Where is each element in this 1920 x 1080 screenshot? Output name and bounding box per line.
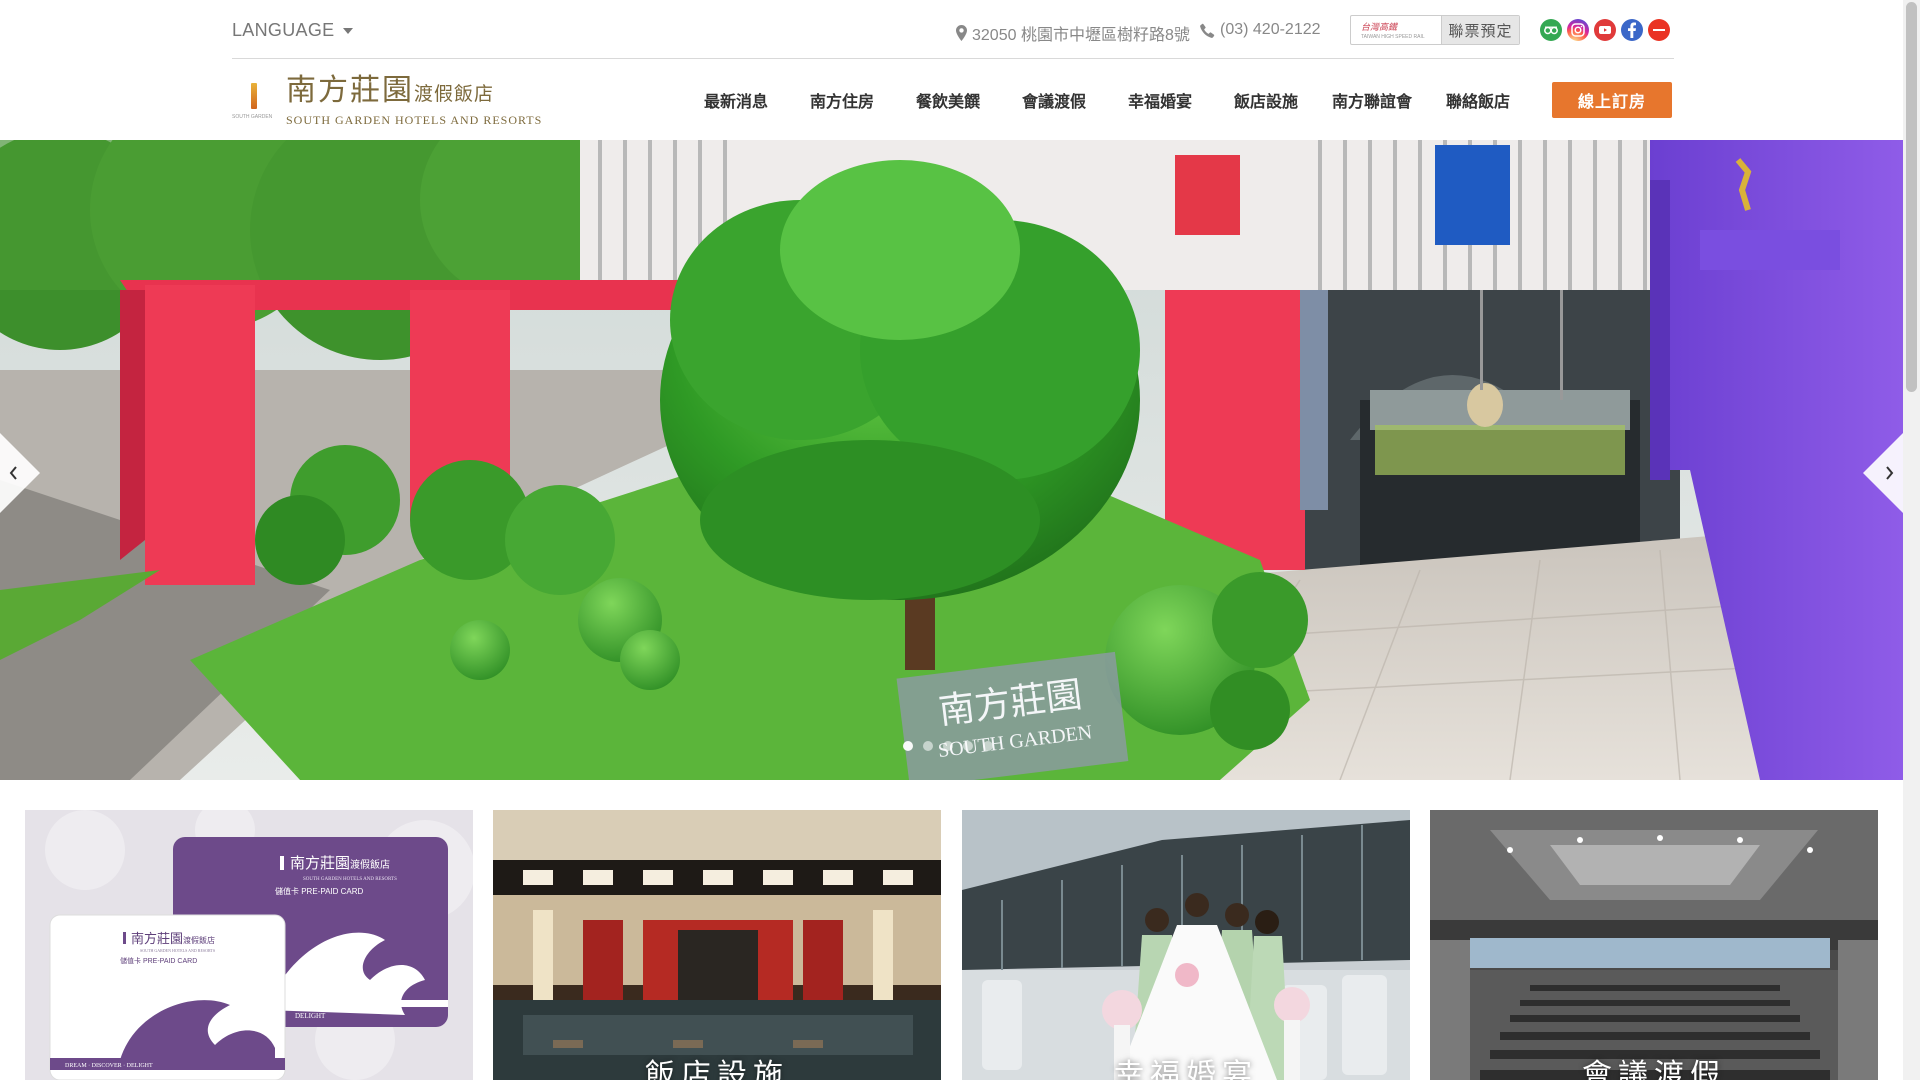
slider-dots (903, 741, 993, 751)
slider-dot-3[interactable] (943, 741, 953, 751)
card-front-en: SOUTH GARDEN HOTELS AND RESORTS (140, 948, 215, 953)
thsr-logo-text: 台灣高鐵 (1361, 23, 1398, 33)
language-dropdown[interactable]: LANGUAGE (232, 20, 354, 41)
card-front-subtitle: 儲值卡 PRE-PAID CARD (120, 956, 197, 965)
meeting-image (1430, 810, 1878, 1080)
nav-item-meetings[interactable]: 會議渡假 (1001, 88, 1107, 112)
youtube-icon[interactable] (1594, 19, 1616, 41)
thsr-logo: 台灣高鐵 TAIWAN HIGH SPEED RAIL (1351, 16, 1441, 44)
prepaid-card-image: 南方莊園渡假飯店 SOUTH GARDEN HOTELS AND RESORTS… (25, 810, 473, 1080)
caret-down-icon (343, 27, 354, 34)
weibo-icon[interactable] (1648, 19, 1670, 41)
address-text: 32050 桃園市中壢區樹籽路8號 (972, 27, 1190, 44)
tile-facilities[interactable]: 飯店設施 (493, 810, 941, 1080)
book-online-button[interactable]: 線上訂房 (1552, 82, 1672, 118)
tile-facilities-caption: 飯店設施 (645, 1059, 789, 1080)
phone-icon (1200, 23, 1215, 38)
tile-wedding[interactable]: 幸福婚宴 (962, 810, 1410, 1080)
top-utility-bar: LANGUAGE 32050 桃園市中壢區樹籽路8號 (03) 420-2122… (232, 0, 1674, 59)
card-front-brand: 南方莊園 (131, 931, 183, 947)
instagram-icon[interactable] (1567, 19, 1589, 41)
phone-text: (03) 420-2122 (1220, 21, 1321, 38)
nav-item-news[interactable]: 最新消息 (683, 88, 789, 112)
nav-item-club[interactable]: 南方聯誼會 (1319, 88, 1425, 112)
nav-item-contact[interactable]: 聯絡飯店 (1425, 88, 1531, 112)
thsr-combo-ticket-button[interactable]: 台灣高鐵 TAIWAN HIGH SPEED RAIL 聯票預定 (1350, 15, 1520, 45)
previous-slide-button[interactable] (0, 433, 40, 513)
nav-item-facilities[interactable]: 飯店設施 (1213, 88, 1319, 112)
brand-logo-link[interactable]: SOUTH GARDEN 南方莊園渡假飯店 SOUTH GARDEN HOTEL… (232, 75, 542, 128)
card-back-subtitle: 儲值卡 PRE-PAID CARD (275, 886, 364, 896)
nav-item-weddings[interactable]: 幸福婚宴 (1107, 88, 1213, 112)
hero-slider[interactable]: 南方莊園 SOUTH GARDEN (0, 140, 1903, 780)
next-slide-button[interactable] (1863, 433, 1903, 513)
slider-dot-4[interactable] (963, 741, 973, 751)
main-navbar: SOUTH GARDEN 南方莊園渡假飯店 SOUTH GARDEN HOTEL… (232, 60, 1674, 140)
brand-text: 南方莊園渡假飯店 SOUTH GARDEN HOTELS AND RESORTS (286, 75, 542, 128)
brand-mark-caption: SOUTH GARDEN (232, 113, 273, 120)
brand-name-cn: 南方莊園 (286, 73, 414, 108)
brand-mark-icon: SOUTH GARDEN (232, 77, 278, 127)
card-back-tagline: DELIGHT (295, 1012, 326, 1020)
thsr-button-label: 聯票預定 (1441, 16, 1519, 44)
tile-meeting-caption: 會議渡假 (1582, 1059, 1726, 1080)
feature-tiles: 南方莊園渡假飯店 SOUTH GARDEN HOTELS AND RESORTS… (25, 810, 1880, 1080)
tripadvisor-icon[interactable] (1540, 19, 1562, 41)
nav-item-dining[interactable]: 餐飲美饌 (895, 88, 1001, 112)
page-scrollbar[interactable] (1903, 0, 1920, 1080)
slider-dot-1[interactable] (903, 741, 913, 751)
thsr-logo-en: TAIWAN HIGH SPEED RAIL (1361, 34, 1425, 40)
nav-item-rooms[interactable]: 南方住房 (789, 88, 895, 112)
brand-name-en: SOUTH GARDEN HOTELS AND RESORTS (286, 113, 543, 127)
slider-dot-5[interactable] (983, 741, 993, 751)
card-front-tagline: DREAM · DISCOVER · DELIGHT (65, 1063, 153, 1069)
tile-meeting[interactable]: 會議渡假 (1430, 810, 1878, 1080)
tile-prepaid-card[interactable]: 南方莊園渡假飯店 SOUTH GARDEN HOTELS AND RESORTS… (25, 810, 473, 1080)
card-back-brand-suffix: 渡假飯店 (350, 858, 390, 871)
card-back-en: SOUTH GARDEN HOTELS AND RESORTS (303, 877, 397, 882)
brand-name-cn-suffix: 渡假飯店 (414, 83, 495, 105)
map-pin-icon (956, 25, 967, 41)
phone[interactable]: (03) 420-2122 (1200, 21, 1321, 39)
address: 32050 桃園市中壢區樹籽路8號 (956, 21, 1190, 45)
language-label: LANGUAGE (232, 20, 335, 40)
card-back-brand: 南方莊園 (290, 854, 350, 872)
slider-dot-2[interactable] (923, 741, 933, 751)
hero-image: 南方莊園 SOUTH GARDEN (0, 140, 1903, 780)
main-menu: 最新消息 南方住房 餐飲美饌 會議渡假 幸福婚宴 飯店設施 南方聯誼會 聯絡飯店 (683, 88, 1531, 112)
scrollbar-thumb[interactable] (1906, 2, 1917, 392)
card-front-brand-suffix: 渡假飯店 (183, 935, 215, 945)
facebook-icon[interactable] (1621, 19, 1643, 41)
facilities-image (493, 810, 941, 1080)
wedding-image (962, 810, 1410, 1080)
social-links (1540, 19, 1670, 41)
tile-wedding-caption: 幸福婚宴 (1114, 1059, 1258, 1080)
